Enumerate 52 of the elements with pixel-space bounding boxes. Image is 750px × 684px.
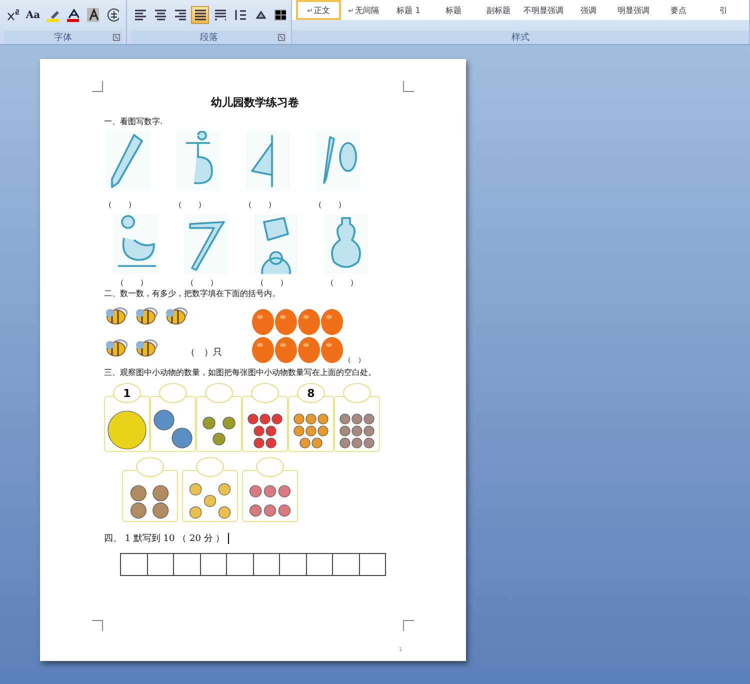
- group-label: 段落: [200, 32, 218, 44]
- answer-box[interactable]: [306, 553, 333, 576]
- question-heading: 二、数一数，有多少，把数字填在下面的括号内。: [104, 288, 281, 299]
- answer-blank: （ ）: [104, 199, 136, 210]
- align-right-icon: [174, 9, 186, 21]
- group-label: 字体: [54, 32, 72, 44]
- pencil-drawing: [106, 131, 150, 191]
- align-left-icon: [134, 9, 146, 21]
- answer-blank: （ ）: [256, 277, 288, 288]
- question-heading: 四、 1 默写到 10 （ 20 分 ）: [104, 532, 225, 545]
- whistle-drawing: [254, 214, 298, 274]
- answer-blank: （ ）只: [186, 346, 222, 359]
- document-title: 幼儿园数学练习卷: [210, 95, 300, 110]
- justify-icon: [194, 9, 206, 21]
- line-spacing-icon: [234, 9, 246, 21]
- question-heading: 一、看图写数字.: [104, 116, 164, 127]
- shading-icon: [254, 9, 266, 21]
- group-label: 样式: [512, 32, 530, 44]
- answer-blank: （ ）: [186, 277, 218, 288]
- answer-box[interactable]: [360, 553, 386, 576]
- gourd-drawing: [324, 214, 368, 274]
- text-cursor: [228, 533, 230, 544]
- answer-box[interactable]: [174, 553, 200, 576]
- answer-box[interactable]: [280, 553, 306, 576]
- answer-box[interactable]: [333, 553, 360, 576]
- distribute-icon: [214, 9, 226, 21]
- dialog-launcher-icon[interactable]: [278, 34, 285, 41]
- answer-blank: （ ）: [174, 199, 206, 210]
- justify-button[interactable]: [191, 6, 209, 24]
- duck-drawing: [114, 214, 158, 274]
- font-color-button[interactable]: [64, 6, 82, 24]
- answer-box[interactable]: [121, 553, 148, 576]
- written-number: 8: [307, 386, 315, 400]
- answer-box[interactable]: [227, 553, 254, 576]
- flag-drawing: [246, 131, 290, 191]
- question-heading: 三、观察图中小动物的数量，如图把每张图中小动物数量写在上面的空白处。: [104, 367, 377, 378]
- dialog-launcher-icon[interactable]: [113, 34, 120, 41]
- border-icon: [274, 9, 286, 21]
- case-button[interactable]: Aa: [24, 6, 42, 24]
- answer-blank: （ ）: [314, 199, 346, 210]
- pencil-and-oval-drawing: [316, 131, 360, 191]
- answer-box[interactable]: [254, 553, 280, 576]
- answer-box[interactable]: [148, 553, 174, 576]
- align-center-icon: [154, 9, 166, 21]
- char-shading-button[interactable]: [84, 6, 102, 24]
- hook-drawing: [176, 131, 220, 191]
- sickle-drawing: [184, 214, 228, 274]
- answer-blank: （ ）: [244, 199, 276, 210]
- answer-blank: （ ）: [116, 277, 148, 288]
- written-number: 1: [123, 386, 131, 400]
- answer-blank: （ ）: [326, 277, 358, 288]
- answer-box[interactable]: [200, 553, 227, 576]
